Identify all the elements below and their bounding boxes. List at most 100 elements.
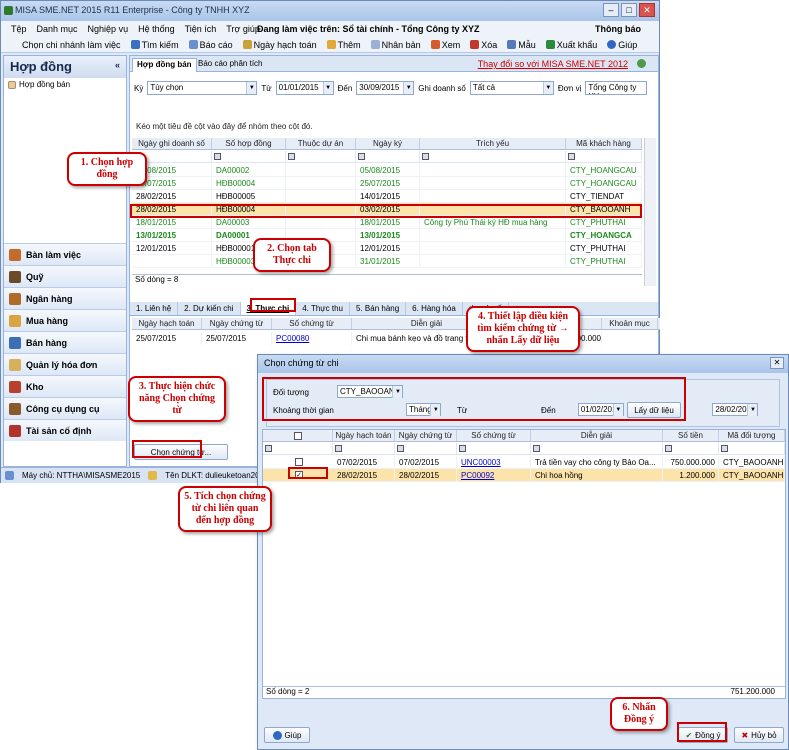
menu-help[interactable]: Trợ giúp xyxy=(226,24,260,34)
menu-catalog[interactable]: Danh mục xyxy=(37,24,78,34)
col-header[interactable]: Mã đối tượng xyxy=(719,430,785,441)
help-button[interactable]: Giúp xyxy=(604,40,640,50)
menu-operations[interactable]: Nghiệp vụ xyxy=(88,24,129,34)
col-header[interactable]: Mã khách hàng xyxy=(566,138,642,149)
dialog-total: 751.200.000 xyxy=(730,687,776,696)
to-date[interactable]: 28/02/2015 ▼ xyxy=(712,403,759,416)
col-header[interactable]: Số tiền xyxy=(663,430,719,441)
template-button[interactable]: Mẫu xyxy=(504,40,539,50)
menu-utilities[interactable]: Tiện ích xyxy=(185,24,217,34)
whats-new-link[interactable]: Thay đổi so với MISA SME.NET 2012 xyxy=(478,59,628,69)
col-header[interactable]: Ngày hạch toán xyxy=(333,430,395,441)
col-header[interactable]: Ngày chứng từ xyxy=(395,430,457,441)
detail-row[interactable]: 25/07/2015 25/07/2015 PC00080 Chi mua bá… xyxy=(132,332,660,345)
col-header[interactable]: Diễn giải xyxy=(531,430,663,441)
col-header[interactable]: Ngày ghi doanh số xyxy=(132,138,212,149)
nav-sales[interactable]: Bán hàng xyxy=(4,331,126,353)
filter-cell[interactable] xyxy=(566,151,642,162)
filter-cell[interactable] xyxy=(531,443,663,454)
table-row[interactable]: ✓ 28/02/2015 28/02/2015 PC00092 Chi hoa hồng… xyxy=(263,469,785,482)
filter-cell[interactable] xyxy=(263,443,333,454)
to-date[interactable]: 30/09/2015 ▼ xyxy=(356,81,415,95)
export-button[interactable]: Xuất khẩu xyxy=(543,40,601,50)
table-cell: HĐB00004 xyxy=(212,177,286,189)
menu-file[interactable]: Tệp xyxy=(11,24,27,34)
filter-cell[interactable] xyxy=(212,151,286,162)
col-header[interactable]: Ngày chứng từ xyxy=(202,318,272,329)
table-cell: 1.200.000 xyxy=(663,469,719,481)
search-button[interactable]: Tìm kiếm xyxy=(128,40,182,50)
report-button[interactable]: Báo cáo xyxy=(186,40,236,50)
close-button[interactable]: ✕ xyxy=(639,3,655,17)
nav-tools[interactable]: Công cụ dụng cụ xyxy=(4,397,126,419)
maximize-button[interactable]: □ xyxy=(621,3,637,17)
collapse-icon[interactable]: « xyxy=(115,60,120,70)
table-row[interactable]: 25/07/2015 HĐB00004 25/07/2015 CTY_HOANGCAU xyxy=(132,177,642,190)
col-header[interactable]: Số chứng từ xyxy=(272,318,352,329)
filter-cell[interactable] xyxy=(395,443,457,454)
minimize-button[interactable]: – xyxy=(603,3,619,17)
settings-icon[interactable] xyxy=(637,59,646,68)
select-all-checkbox[interactable] xyxy=(263,430,333,441)
tab-planned-expense[interactable]: 2. Dự kiến chi xyxy=(178,302,241,315)
tree-item-sales-contract[interactable]: Hợp đồng bán xyxy=(8,80,70,89)
nav-warehouse[interactable]: Kho xyxy=(4,375,126,397)
posting-date-button[interactable]: Ngày hạch toán xyxy=(240,40,320,50)
ledger-select[interactable]: Tất cả ▼ xyxy=(469,81,554,95)
choose-branch-button[interactable]: Chọn chi nhánh làm việc xyxy=(19,40,124,50)
filter-cell[interactable] xyxy=(333,443,395,454)
table-row[interactable]: 12/01/2015 HĐB00001 12/01/2015 CTY_PHUTHAI xyxy=(132,242,642,255)
col-header[interactable]: Ngày ký xyxy=(356,138,420,149)
nav-cash[interactable]: Quỹ xyxy=(4,265,126,287)
table-row[interactable]: 07/02/2015 07/02/2015 UNC00003 Trả tiền vay… xyxy=(263,456,785,469)
filter-cell[interactable] xyxy=(719,443,785,454)
delete-button[interactable]: Xóa xyxy=(467,40,500,50)
tab-actual-income[interactable]: 4. Thực thu xyxy=(296,302,351,315)
cancel-button[interactable]: ✖ Hủy bỏ xyxy=(734,727,784,743)
table-row[interactable]: 28/02/2015 HĐB00005 14/01/2015 CTY_TIENDAT xyxy=(132,190,642,203)
doc-no-link[interactable]: PC00080 xyxy=(272,332,352,345)
add-button[interactable]: Thêm xyxy=(324,40,364,50)
dialog-help-button[interactable]: Giúp xyxy=(264,727,310,743)
bank-icon xyxy=(9,292,21,305)
filter-cell[interactable] xyxy=(457,443,531,454)
close-icon[interactable]: ✕ xyxy=(770,357,784,369)
unit-select[interactable]: Tổng Công ty XY xyxy=(585,81,648,95)
filter-cell[interactable] xyxy=(286,151,356,162)
col-header[interactable]: Khoản mục xyxy=(602,318,658,329)
col-header[interactable]: Số chứng từ xyxy=(457,430,531,441)
menu-system[interactable]: Hệ thống xyxy=(138,24,175,34)
filter-cell[interactable] xyxy=(356,151,420,162)
table-row[interactable]: 13/01/2015 DA00001 13/01/2015 CTY_HOANGCA xyxy=(132,229,642,242)
nav-purchase[interactable]: Mua hàng xyxy=(4,309,126,331)
notifications-link[interactable]: Thông báo xyxy=(595,24,641,34)
tab-analysis-report[interactable]: Báo cáo phân tích xyxy=(194,58,267,72)
table-row[interactable]: HĐB00003 31/01/2015 CTY_PHUTHAI xyxy=(132,255,642,268)
doc-no-link[interactable]: PC00092 xyxy=(457,469,531,481)
scrollbar[interactable] xyxy=(644,138,656,286)
filter-cell[interactable] xyxy=(420,151,566,162)
table-cell xyxy=(420,242,566,254)
filter-cell[interactable] xyxy=(663,443,719,454)
view-button[interactable]: Xem xyxy=(428,40,464,50)
period-select[interactable]: Tùy chọn ▼ xyxy=(147,81,258,95)
nav-bank[interactable]: Ngân hàng xyxy=(4,287,126,309)
tab-sales[interactable]: 5. Bán hàng xyxy=(350,302,407,315)
report-icon xyxy=(188,40,198,49)
col-header[interactable]: Thuộc dự án xyxy=(286,138,356,149)
col-header[interactable]: Trích yếu xyxy=(420,138,566,149)
table-cell: Chi hoa hồng xyxy=(531,469,663,481)
col-header[interactable]: Số hợp đồng xyxy=(212,138,286,149)
tab-contacts[interactable]: 1. Liên hệ xyxy=(130,302,179,315)
table-row[interactable]: 05/08/2015 DA00002 05/08/2015 CTY_HOANGCAU xyxy=(132,164,642,177)
tab-goods[interactable]: 6. Hàng hóa xyxy=(406,302,463,315)
duplicate-button[interactable]: Nhân bản xyxy=(368,40,424,50)
tab-sales-contract[interactable]: Hợp đồng bán xyxy=(132,58,197,72)
doc-no-link[interactable]: UNC00003 xyxy=(457,456,531,468)
nav-desktop[interactable]: Bàn làm việc xyxy=(4,243,126,265)
nav-invoice[interactable]: Quản lý hóa đơn xyxy=(4,353,126,375)
col-header[interactable]: Ngày hạch toán xyxy=(132,318,202,329)
from-date[interactable]: 01/01/2015 ▼ xyxy=(275,81,334,95)
annotation-step-1: 1. Chọn hợp đồng xyxy=(67,152,147,186)
nav-fixed-assets[interactable]: Tài sản cố định xyxy=(4,419,126,441)
